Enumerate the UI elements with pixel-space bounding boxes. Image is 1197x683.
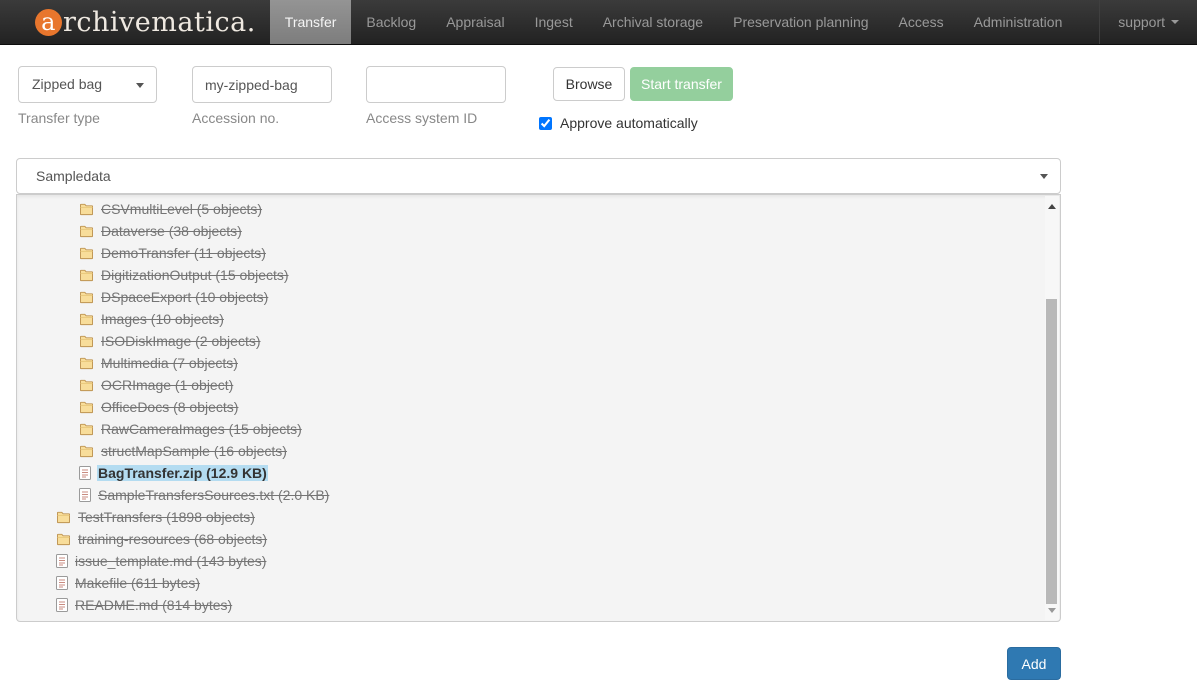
tree-item-label: training-resources (68 objects)	[77, 531, 268, 547]
tree-item-folder[interactable]: structMapSample (16 objects)	[17, 440, 1045, 462]
folder-icon	[79, 313, 94, 326]
tree-item-folder[interactable]: training-resources (68 objects)	[17, 528, 1045, 550]
tree-item-folder[interactable]: DSpaceExport (10 objects)	[17, 286, 1045, 308]
select-caret-icon	[136, 83, 144, 88]
source-location-value: Sampledata	[36, 168, 111, 184]
file-icon	[56, 576, 68, 590]
nav-item-backlog[interactable]: Backlog	[351, 0, 431, 44]
scroll-down-arrow-icon[interactable]	[1045, 602, 1059, 618]
accession-number-input[interactable]	[192, 66, 332, 103]
tree-item-label: Images (10 objects)	[100, 311, 225, 327]
support-menu[interactable]: support	[1099, 0, 1197, 44]
folder-icon	[79, 379, 94, 392]
nav-item-access[interactable]: Access	[884, 0, 959, 44]
tree-item-folder[interactable]: CSVmultiLevel (5 objects)	[17, 198, 1045, 220]
folder-icon	[79, 445, 94, 458]
file-icon	[56, 554, 68, 568]
tree-item-label: Dataverse (38 objects)	[100, 223, 243, 239]
file-icon	[79, 466, 91, 480]
tree-item-label: OfficeDocs (8 objects)	[100, 399, 239, 415]
tree-item-file[interactable]: issue_template.md (143 bytes)	[17, 550, 1045, 572]
file-tree-panel: CSVmultiLevel (5 objects) Dataverse (38 o…	[16, 194, 1061, 622]
tree-item-folder[interactable]: Multimedia (7 objects)	[17, 352, 1045, 374]
logo-text: rchivematica.	[63, 7, 256, 38]
folder-icon	[79, 247, 94, 260]
navbar-items: TransferBacklogAppraisalIngestArchival s…	[270, 0, 1078, 44]
tree-item-label: DSpaceExport (10 objects)	[100, 289, 269, 305]
tree-item-folder[interactable]: ISODiskImage (2 objects)	[17, 330, 1045, 352]
tree-item-file[interactable]: BagTransfer.zip (12.9 KB)	[17, 462, 1045, 484]
folder-icon	[56, 533, 71, 546]
tree-item-folder[interactable]: DemoTransfer (11 objects)	[17, 242, 1045, 264]
access-system-id-label: Access system ID	[366, 110, 477, 126]
logo-a-icon: a	[35, 9, 62, 36]
nav-item-administration[interactable]: Administration	[959, 0, 1078, 44]
approve-automatically-row: Approve automatically	[539, 115, 698, 131]
tree-item-folder[interactable]: DigitizationOutput (15 objects)	[17, 264, 1045, 286]
tree-item-label: CSVmultiLevel (5 objects)	[100, 201, 263, 217]
select-caret-icon	[1040, 174, 1048, 179]
scroll-up-arrow-icon[interactable]	[1045, 198, 1059, 214]
nav-item-ingest[interactable]: Ingest	[520, 0, 588, 44]
tree-scrollbar[interactable]	[1045, 196, 1059, 620]
tree-item-label: DemoTransfer (11 objects)	[100, 245, 267, 261]
accession-label: Accession no.	[192, 110, 279, 126]
nav-item-transfer[interactable]: Transfer	[270, 0, 352, 44]
tree-item-file[interactable]: README.md (814 bytes)	[17, 594, 1045, 616]
folder-icon	[79, 225, 94, 238]
tree-item-label: DigitizationOutput (15 objects)	[100, 267, 290, 283]
tree-item-label: Multimedia (7 objects)	[100, 355, 239, 371]
approve-automatically-checkbox[interactable]	[539, 117, 552, 130]
tree-item-folder[interactable]: OfficeDocs (8 objects)	[17, 396, 1045, 418]
tree-item-folder[interactable]: Images (10 objects)	[17, 308, 1045, 330]
folder-icon	[79, 423, 94, 436]
tree-item-folder[interactable]: TestTransfers (1898 objects)	[17, 506, 1045, 528]
folder-icon	[79, 335, 94, 348]
tree-item-label: RawCameraImages (15 objects)	[100, 421, 303, 437]
folder-icon	[79, 269, 94, 282]
file-icon	[79, 488, 91, 502]
tree-item-file[interactable]: SampleTransfersSources.txt (2.0 KB)	[17, 484, 1045, 506]
transfer-type-value: Zipped bag	[32, 76, 102, 92]
top-navbar: archivematica. TransferBacklogAppraisalI…	[0, 0, 1197, 45]
tree-item-label: BagTransfer.zip (12.9 KB)	[97, 465, 268, 481]
tree-item-folder[interactable]: RawCameraImages (15 objects)	[17, 418, 1045, 440]
nav-item-preservation-planning[interactable]: Preservation planning	[718, 0, 883, 44]
file-icon	[56, 598, 68, 612]
folder-icon	[79, 291, 94, 304]
tree-item-label: SampleTransfersSources.txt (2.0 KB)	[97, 487, 330, 503]
source-location-select[interactable]: Sampledata	[16, 158, 1061, 194]
transfer-type-label: Transfer type	[18, 110, 100, 126]
folder-icon	[56, 511, 71, 524]
archivematica-logo[interactable]: archivematica.	[35, 0, 256, 44]
access-system-id-input[interactable]	[366, 66, 506, 103]
folder-icon	[79, 357, 94, 370]
tree-item-label: structMapSample (16 objects)	[100, 443, 288, 459]
start-transfer-button[interactable]: Start transfer	[630, 67, 733, 101]
tree-item-label: README.md (814 bytes)	[74, 597, 233, 613]
approve-automatically-label: Approve automatically	[560, 115, 698, 131]
folder-icon	[79, 401, 94, 414]
support-label: support	[1118, 14, 1165, 30]
nav-item-archival-storage[interactable]: Archival storage	[588, 0, 718, 44]
folder-icon	[79, 203, 94, 216]
tree-item-folder[interactable]: Dataverse (38 objects)	[17, 220, 1045, 242]
tree-item-folder[interactable]: OCRImage (1 object)	[17, 374, 1045, 396]
tree-item-label: TestTransfers (1898 objects)	[77, 509, 256, 525]
file-tree-list: CSVmultiLevel (5 objects) Dataverse (38 o…	[17, 198, 1045, 616]
transfer-type-select[interactable]: Zipped bag	[18, 66, 157, 103]
tree-item-label: OCRImage (1 object)	[100, 377, 234, 393]
scrollbar-thumb[interactable]	[1046, 299, 1057, 604]
browse-button[interactable]: Browse	[553, 67, 625, 101]
tree-item-file[interactable]: Makefile (611 bytes)	[17, 572, 1045, 594]
tree-item-label: issue_template.md (143 bytes)	[74, 553, 267, 569]
nav-item-appraisal[interactable]: Appraisal	[431, 0, 519, 44]
chevron-down-icon	[1171, 20, 1179, 24]
tree-item-label: Makefile (611 bytes)	[74, 575, 201, 591]
add-button[interactable]: Add	[1007, 647, 1061, 680]
tree-item-label: ISODiskImage (2 objects)	[100, 333, 262, 349]
